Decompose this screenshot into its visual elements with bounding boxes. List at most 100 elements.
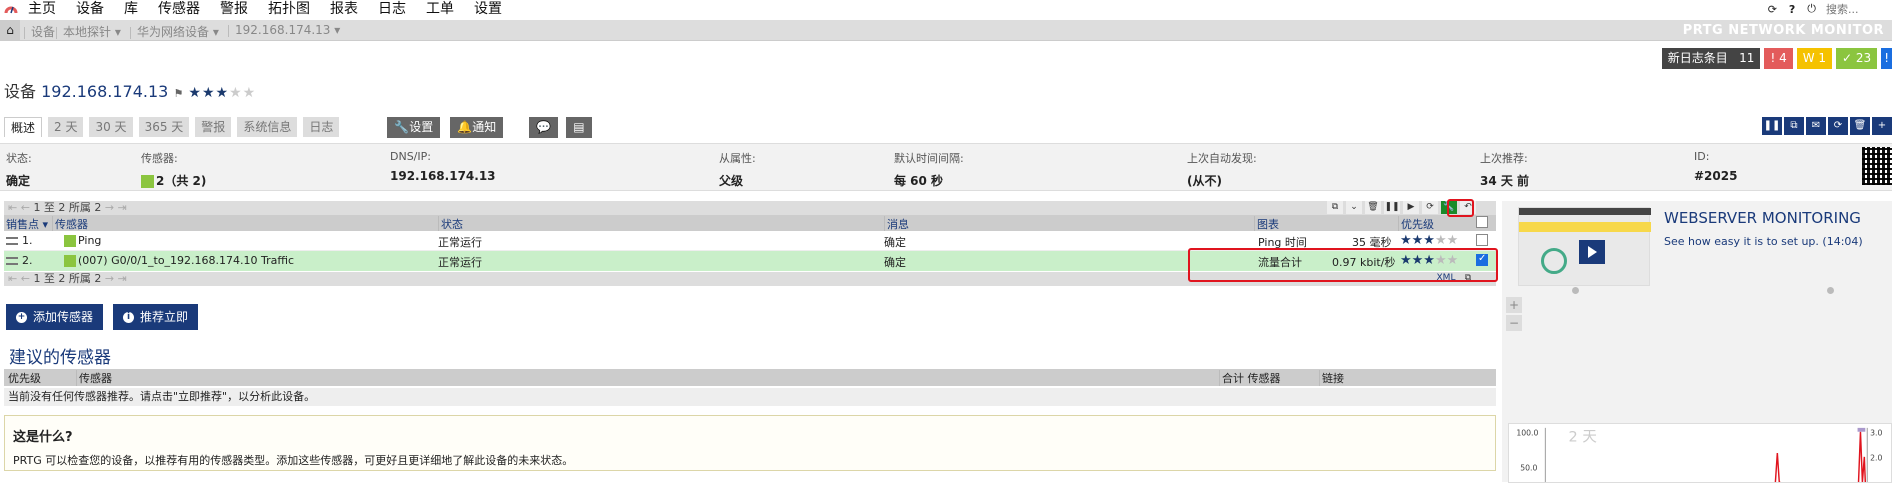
settings-button[interactable]: 🔧设置 bbox=[387, 117, 441, 138]
add-sensor-button[interactable]: + 添加传感器 bbox=[6, 304, 104, 330]
row-sensor[interactable]: Ping bbox=[64, 234, 101, 247]
comments-button[interactable]: 💬 bbox=[529, 117, 559, 138]
prev-page-icon[interactable]: ← bbox=[21, 201, 30, 214]
popout-icon[interactable]: ⧉ bbox=[1327, 201, 1343, 214]
last-page-icon[interactable]: ⇥ bbox=[118, 272, 127, 285]
col-total-sensors[interactable]: 合计 传感器 bbox=[1219, 370, 1281, 386]
breadcrumb-label: 本地探针 ▾ bbox=[63, 25, 121, 39]
add-icon[interactable]: + bbox=[1872, 117, 1892, 135]
zoom-out-button[interactable]: − bbox=[1506, 315, 1522, 331]
info-icon: i bbox=[123, 312, 134, 323]
last-page-icon[interactable]: ⇥ bbox=[118, 201, 127, 214]
row-sensor[interactable]: (007) G0/0/1_to_192.168.174.10 Traffic bbox=[64, 254, 294, 267]
col-link: 链接 bbox=[1319, 370, 1344, 386]
qr-code-icon[interactable] bbox=[1862, 147, 1892, 185]
right-side-panel: WEBSERVER MONITORING See how easy it is … bbox=[1502, 201, 1892, 483]
up-count-badge[interactable]: ✓ 23 bbox=[1836, 48, 1878, 69]
tab-2-days[interactable]: 2 天 bbox=[48, 117, 84, 137]
info-count-badge[interactable]: ! bbox=[1881, 48, 1892, 69]
chart-period-label: 2 天 bbox=[1569, 429, 1597, 445]
mail-icon[interactable]: ✉ bbox=[1806, 117, 1826, 135]
device-priority-stars[interactable]: ★★★★★ bbox=[188, 85, 256, 101]
breadcrumb-group[interactable]: 华为网络设备 ▾ bbox=[130, 23, 219, 40]
expand-icon[interactable]: ⌄ bbox=[1346, 201, 1362, 214]
tab-alarms[interactable]: 警报 bbox=[195, 117, 232, 137]
breadcrumb-device[interactable]: 192.168.174.13 ▾ bbox=[228, 23, 340, 37]
clone-icon[interactable]: ⧉ bbox=[1784, 117, 1804, 135]
recommend-now-button[interactable]: i 推荐立即 bbox=[113, 304, 199, 330]
tab-30-days[interactable]: 30 天 bbox=[89, 117, 133, 137]
tab-overview[interactable]: 概述 bbox=[4, 117, 43, 137]
row-status: 正常运行 bbox=[438, 236, 482, 249]
search-input[interactable] bbox=[1822, 1, 1892, 17]
settings-label: 设置 bbox=[409, 120, 434, 134]
nav-devices[interactable]: 设备 bbox=[76, 0, 104, 18]
nav-tickets[interactable]: 工单 bbox=[426, 0, 454, 18]
breadcrumb: ⌂ 设备 本地探针 ▾ 华为网络设备 ▾ 192.168.174.13 ▾ PR… bbox=[0, 20, 1892, 41]
promo-subtitle[interactable]: See how easy it is to set up. (14:04) bbox=[1664, 235, 1863, 248]
row-position[interactable]: 2. bbox=[6, 254, 33, 267]
info-label: 状态: bbox=[6, 152, 32, 165]
tab-system-info[interactable]: 系统信息 bbox=[237, 117, 298, 137]
nav-sensors[interactable]: 传感器 bbox=[158, 0, 200, 18]
first-page-icon[interactable]: ⇤ bbox=[8, 272, 17, 285]
pause-icon[interactable]: ❚❚ bbox=[1762, 117, 1782, 135]
drag-handle-icon[interactable] bbox=[6, 237, 18, 245]
carousel-dot[interactable] bbox=[1572, 287, 1579, 294]
nav-home[interactable]: 主页 bbox=[28, 0, 56, 18]
nav-reports[interactable]: 报表 bbox=[330, 0, 358, 18]
nav-setup[interactable]: 设置 bbox=[474, 0, 502, 18]
refresh-icon[interactable]: ⟳ bbox=[1828, 117, 1848, 135]
history-button[interactable]: ▤ bbox=[566, 117, 592, 138]
new-log-entries-button[interactable]: 新日志条目 11 bbox=[1661, 48, 1761, 69]
zoom-in-button[interactable]: + bbox=[1506, 297, 1522, 313]
delete-icon[interactable]: 🗑 bbox=[1365, 201, 1381, 214]
tab-log[interactable]: 日志 bbox=[303, 117, 340, 137]
info-value[interactable]: 2（共 2) bbox=[141, 172, 206, 189]
col-message[interactable]: 消息 bbox=[884, 216, 909, 232]
warning-count-badge[interactable]: W 1 bbox=[1796, 48, 1833, 69]
col-sensor[interactable]: 传感器 bbox=[52, 216, 88, 232]
play-icon[interactable] bbox=[1579, 240, 1605, 264]
col-status[interactable]: 状态 bbox=[438, 216, 463, 232]
video-thumbnail[interactable] bbox=[1518, 207, 1651, 286]
carousel-dot[interactable] bbox=[1827, 287, 1834, 294]
play-icon[interactable]: ▶ bbox=[1403, 201, 1419, 214]
nav-library[interactable]: 库 bbox=[124, 0, 138, 18]
col-priority[interactable]: 优先级 bbox=[8, 370, 41, 386]
nav-alarms[interactable]: 警报 bbox=[220, 0, 248, 18]
col-position[interactable]: 销售点 ▾ bbox=[6, 216, 48, 232]
prev-page-icon[interactable]: ← bbox=[21, 272, 30, 285]
pause-icon[interactable]: ❚❚ bbox=[1384, 201, 1400, 214]
row-checkbox[interactable] bbox=[1476, 234, 1488, 246]
breadcrumb-devices[interactable]: 设备 bbox=[24, 23, 55, 40]
nav-maps[interactable]: 拓扑图 bbox=[268, 0, 310, 18]
nav-logs[interactable]: 日志 bbox=[378, 0, 406, 18]
delete-icon[interactable]: 🗑 bbox=[1850, 117, 1870, 135]
info-label: 从属性: bbox=[719, 152, 756, 165]
flag-icon[interactable]: ⚑ bbox=[173, 87, 183, 100]
prtg-logo-icon[interactable] bbox=[4, 2, 18, 16]
refresh-icon[interactable]: ⟳ bbox=[1768, 3, 1777, 16]
power-icon[interactable]: ⏻ bbox=[1807, 2, 1816, 16]
next-page-icon[interactable]: → bbox=[105, 201, 114, 214]
select-all-checkbox[interactable] bbox=[1476, 216, 1488, 228]
row-priority-stars[interactable]: ★★★★★ bbox=[1400, 233, 1458, 248]
next-page-icon[interactable]: → bbox=[105, 272, 114, 285]
info-label: 上次自动发现: bbox=[1187, 152, 1257, 165]
row-position[interactable]: 1. bbox=[6, 234, 33, 247]
tab-365-days[interactable]: 365 天 bbox=[138, 117, 190, 137]
promo-title[interactable]: WEBSERVER MONITORING bbox=[1664, 209, 1861, 227]
mini-graph[interactable]: 100.0 50.0 3.0 2.0 2 天 bbox=[1508, 423, 1892, 483]
notifications-button[interactable]: 🔔通知 bbox=[450, 117, 504, 138]
down-count-badge[interactable]: ! 4 bbox=[1764, 48, 1793, 69]
col-sensor[interactable]: 传感器 bbox=[76, 370, 112, 386]
drag-handle-icon[interactable] bbox=[6, 257, 18, 265]
bell-icon: 🔔 bbox=[457, 120, 473, 134]
help-icon[interactable]: ? bbox=[1789, 3, 1795, 16]
first-page-icon[interactable]: ⇤ bbox=[8, 201, 17, 214]
home-icon[interactable]: ⌂ bbox=[0, 20, 20, 41]
scan-icon[interactable]: ⟳ bbox=[1422, 201, 1438, 214]
col-priority[interactable]: 优先级 bbox=[1398, 216, 1434, 232]
breadcrumb-local-probe[interactable]: 本地探针 ▾ bbox=[56, 23, 121, 40]
